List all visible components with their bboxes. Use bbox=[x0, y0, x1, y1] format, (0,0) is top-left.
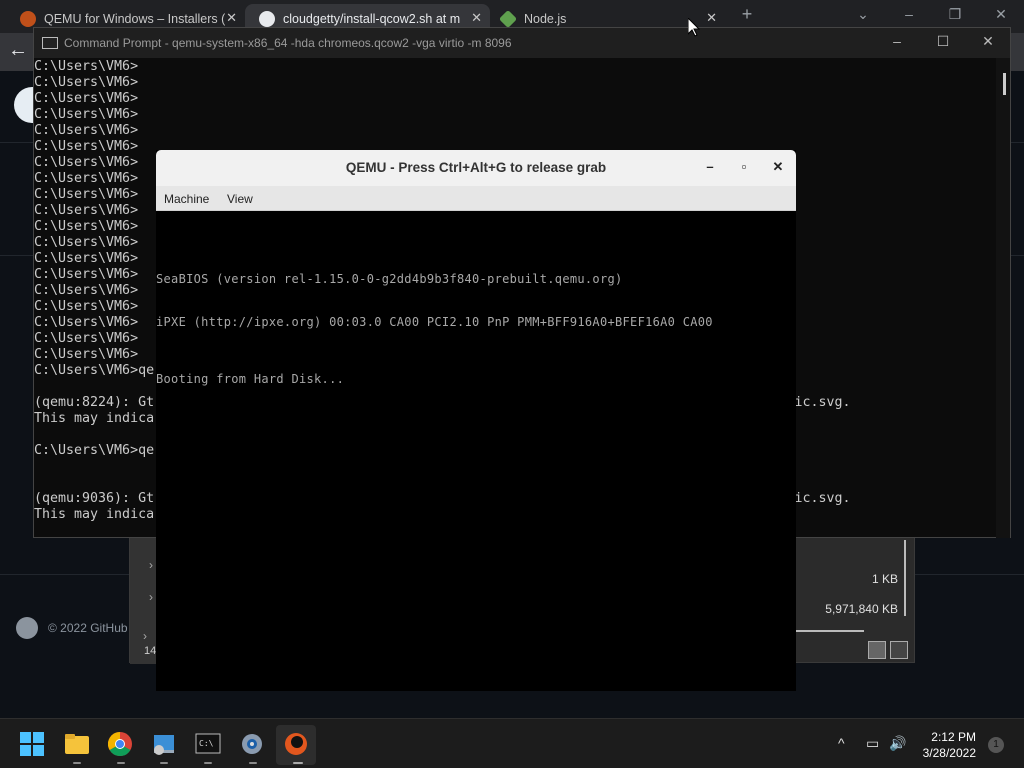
chevron-right-icon[interactable]: › bbox=[143, 629, 147, 643]
close-icon[interactable]: ✕ bbox=[978, 33, 998, 50]
command-prompt-icon[interactable]: C:\ bbox=[195, 732, 221, 756]
file-size: 5,971,840 KB bbox=[825, 602, 898, 616]
boot-line: Booting from Hard Disk... bbox=[156, 372, 345, 386]
close-tab-icon[interactable]: ✕ bbox=[471, 10, 482, 26]
cmd-app-icon bbox=[42, 37, 58, 49]
restore-icon[interactable]: ❐ bbox=[945, 6, 965, 23]
running-indicator bbox=[204, 762, 212, 764]
menu-machine[interactable]: Machine bbox=[164, 192, 209, 206]
start-windows-icon[interactable] bbox=[20, 732, 46, 756]
tab-label: Node.js bbox=[524, 11, 567, 26]
cmd-title-bar[interactable]: Command Prompt - qemu-system-x86_64 -hda… bbox=[34, 28, 1010, 58]
chevron-right-icon[interactable]: › bbox=[149, 590, 153, 604]
github-mark-icon bbox=[16, 617, 38, 639]
minimize-icon[interactable]: – bbox=[701, 159, 719, 177]
clock-time: 2:12 PM bbox=[931, 730, 976, 744]
cmd-output-line: C:\Users\VM6> bbox=[34, 59, 139, 74]
chrome-icon[interactable] bbox=[107, 732, 134, 757]
file-size: 1 KB bbox=[871, 572, 898, 586]
clock[interactable]: 2:12 PM 3/28/2022 bbox=[923, 729, 976, 761]
notification-badge[interactable]: 1 bbox=[988, 737, 1004, 753]
qemu-title: QEMU - Press Ctrl+Alt+G to release grab bbox=[345, 160, 607, 175]
maximize-icon[interactable]: ▫ bbox=[735, 159, 753, 177]
seabios-line: SeaBIOS (version rel-1.15.0-0-g2dd4b9b3f… bbox=[156, 272, 623, 286]
qemu-window[interactable]: QEMU - Press Ctrl+Alt+G to release grab … bbox=[156, 150, 796, 691]
taskbar: C:\ ^ ▭ 🔊 2:12 PM 3/28/2022 1 bbox=[0, 718, 1024, 768]
github-favicon-icon bbox=[259, 10, 275, 27]
tab-search-icon[interactable]: ⌄ bbox=[853, 6, 873, 23]
cmd-output-line: C:\Users\VM6> bbox=[34, 75, 139, 90]
new-tab-button[interactable]: + bbox=[737, 4, 757, 25]
control-panel-icon[interactable] bbox=[151, 732, 177, 756]
menu-view[interactable]: View bbox=[227, 192, 253, 206]
close-icon[interactable]: ✕ bbox=[991, 6, 1011, 23]
tab-label: cloudgetty/install-qcow2.sh at m bbox=[283, 11, 461, 26]
close-tab-icon[interactable]: ✕ bbox=[226, 10, 237, 26]
settings-gear-icon[interactable] bbox=[240, 732, 266, 756]
qemu-menu-bar: Machine View bbox=[156, 186, 796, 211]
running-indicator bbox=[117, 762, 125, 764]
volume-icon[interactable]: 🔊 bbox=[889, 735, 906, 752]
running-indicator bbox=[73, 762, 81, 764]
item-count: 14 bbox=[144, 645, 157, 657]
details-view-icon[interactable] bbox=[868, 641, 886, 659]
cmd-scrollbar-thumb[interactable] bbox=[1003, 73, 1006, 95]
horizontal-scrollbar[interactable] bbox=[796, 630, 864, 632]
svg-text:C:\: C:\ bbox=[199, 739, 214, 748]
vm-display[interactable]: SeaBIOS (version rel-1.15.0-0-g2dd4b9b3f… bbox=[156, 211, 796, 691]
cmd-scrollbar-track[interactable] bbox=[996, 58, 1010, 538]
close-tab-icon[interactable]: ✕ bbox=[706, 10, 717, 26]
file-explorer-icon[interactable] bbox=[64, 732, 90, 756]
nodejs-favicon-icon bbox=[498, 9, 518, 28]
chevron-up-icon[interactable]: ^ bbox=[838, 735, 845, 751]
running-indicator bbox=[160, 762, 168, 764]
cmd-output-line: C:\Users\VM6> bbox=[34, 91, 139, 106]
footer-copyright: © 2022 GitHub bbox=[48, 621, 128, 635]
minimize-icon[interactable]: – bbox=[899, 6, 919, 22]
qemu-title-bar[interactable]: QEMU - Press Ctrl+Alt+G to release grab … bbox=[156, 150, 796, 186]
cmd-title: Command Prompt - qemu-system-x86_64 -hda… bbox=[64, 36, 512, 50]
thumbnails-view-icon[interactable] bbox=[890, 641, 908, 659]
clock-date: 3/28/2022 bbox=[922, 746, 976, 760]
cmd-output-line: C:\Users\VM6> bbox=[34, 107, 139, 122]
ipxe-line: iPXE (http://ipxe.org) 00:03.0 CA00 PCI2… bbox=[156, 315, 713, 329]
network-icon[interactable]: ▭ bbox=[866, 735, 879, 752]
active-indicator bbox=[293, 762, 303, 764]
cmd-output-line: C:\Users\VM6> bbox=[34, 123, 139, 138]
close-icon[interactable]: ✕ bbox=[769, 159, 787, 177]
qemu-app-icon[interactable] bbox=[284, 732, 310, 756]
vertical-scrollbar[interactable] bbox=[904, 540, 906, 616]
tab-label: QEMU for Windows – Installers ( bbox=[44, 11, 226, 26]
back-arrow-icon[interactable]: ← bbox=[8, 39, 28, 62]
mouse-cursor-icon bbox=[688, 18, 700, 37]
chevron-right-icon[interactable]: › bbox=[149, 558, 153, 572]
minimize-icon[interactable]: – bbox=[887, 33, 907, 49]
github-footer: © 2022 GitHub bbox=[16, 617, 128, 639]
qemu-favicon-icon bbox=[20, 10, 36, 27]
running-indicator bbox=[249, 762, 257, 764]
maximize-icon[interactable]: ☐ bbox=[933, 33, 953, 50]
